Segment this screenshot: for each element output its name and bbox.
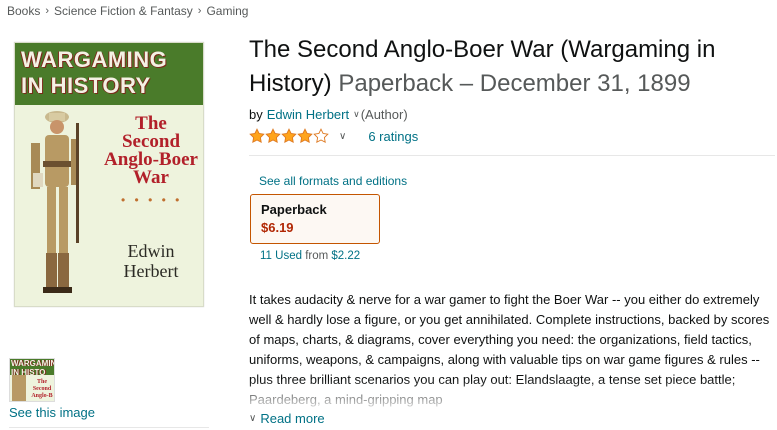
chevron-down-icon: ∨ bbox=[249, 413, 257, 424]
chevron-down-icon: ∨ bbox=[353, 109, 360, 119]
soldier-illustration bbox=[31, 111, 79, 293]
chevron-down-icon[interactable]: ∨ bbox=[339, 131, 346, 142]
see-all-formats-link[interactable]: See all formats and editions bbox=[259, 174, 407, 188]
star-full-icon bbox=[297, 128, 313, 144]
product-title: The Second Anglo-Boer War (Wargaming in … bbox=[249, 33, 774, 101]
cover-title: The Second Anglo-Boer War bbox=[104, 113, 198, 188]
breadcrumb-item-gaming[interactable]: Gaming bbox=[206, 4, 248, 18]
byline: by Edwin Herbert ∨ (Author) bbox=[249, 107, 408, 122]
cover-author: Edwin Herbert bbox=[123, 241, 179, 281]
used-from-price: $2.22 bbox=[331, 250, 361, 262]
star-rating[interactable] bbox=[249, 128, 329, 144]
description-fade bbox=[249, 380, 774, 410]
divider bbox=[249, 155, 775, 156]
rating-summary: ∨ 6 ratings bbox=[249, 128, 418, 144]
by-label: by bbox=[249, 107, 263, 122]
breadcrumb-separator: › bbox=[45, 5, 50, 17]
cover-thumbnail[interactable]: WARGAMIN IN HISTO The Second Anglo-B bbox=[9, 358, 55, 402]
ratings-count-link[interactable]: 6 ratings bbox=[368, 129, 418, 144]
author-link[interactable]: Edwin Herbert bbox=[267, 107, 349, 122]
breadcrumb: Books › Science Fiction & Fantasy › Gami… bbox=[7, 4, 248, 18]
star-full-icon bbox=[281, 128, 297, 144]
star-full-icon bbox=[265, 128, 281, 144]
author-role[interactable]: ∨ (Author) bbox=[353, 107, 408, 122]
cover-ornament: • • • • • bbox=[121, 193, 183, 207]
format-option-paperback[interactable]: Paperback $6.19 bbox=[250, 194, 380, 244]
breadcrumb-item-science-fiction-fantasy[interactable]: Science Fiction & Fantasy bbox=[54, 4, 193, 18]
cover-series-line1: WARGAMING bbox=[21, 47, 168, 72]
format-price: $6.19 bbox=[261, 220, 294, 235]
star-empty-icon bbox=[313, 128, 329, 144]
breadcrumb-separator: › bbox=[197, 5, 202, 17]
book-cover-image[interactable]: WARGAMING IN HISTORY The Second Anglo-Bo… bbox=[14, 42, 204, 307]
star-full-icon bbox=[249, 128, 265, 144]
breadcrumb-item-books[interactable]: Books bbox=[7, 4, 40, 18]
read-more-link[interactable]: ∨ Read more bbox=[249, 411, 325, 426]
format-name: Paperback bbox=[261, 202, 327, 217]
product-format-date: Paperback – December 31, 1899 bbox=[338, 70, 691, 97]
see-this-image-link[interactable]: See this image bbox=[9, 405, 95, 420]
used-offers-link[interactable]: 11 Used bbox=[260, 250, 302, 262]
cover-series-line2: IN HISTORY bbox=[21, 73, 151, 98]
used-offers: 11 Used from $2.22 bbox=[260, 250, 361, 262]
divider bbox=[9, 427, 209, 428]
